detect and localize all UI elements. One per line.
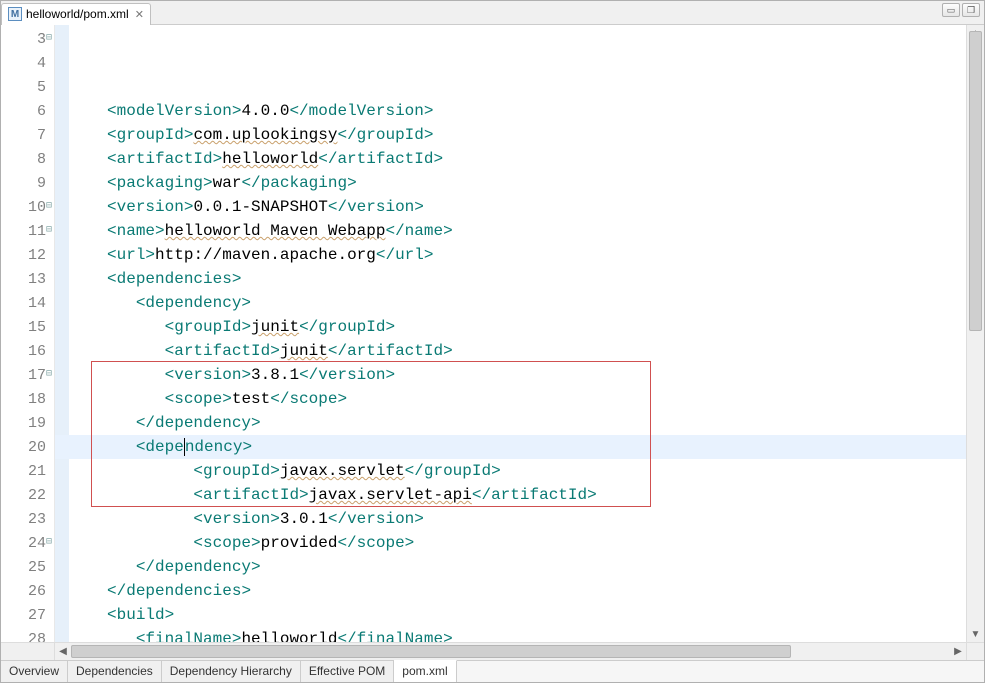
line-number: 16 bbox=[1, 339, 54, 363]
line-number: 27 bbox=[1, 603, 54, 627]
line-number: 22 bbox=[1, 483, 54, 507]
line-number: 4 bbox=[1, 51, 54, 75]
code-line[interactable]: <finalName>helloworld</finalName> bbox=[55, 627, 966, 642]
line-number: 25 bbox=[1, 555, 54, 579]
line-number: 8 bbox=[1, 147, 54, 171]
code-line[interactable]: <modelVersion>4.0.0</modelVersion> bbox=[55, 99, 966, 123]
code-line[interactable]: </dependency> bbox=[55, 411, 966, 435]
line-number: 3⊟ bbox=[1, 27, 54, 51]
code-line[interactable]: <groupId>com.uplookingsy</groupId> bbox=[55, 123, 966, 147]
editor-tab-bar: M helloworld/pom.xml ✕ ▭ ❐ bbox=[1, 1, 984, 25]
editor-window-controls: ▭ ❐ bbox=[942, 3, 980, 17]
bottom-tab-overview[interactable]: Overview bbox=[1, 661, 68, 682]
bottom-tab-effective-pom[interactable]: Effective POM bbox=[301, 661, 394, 682]
bottom-tab-pom-xml[interactable]: pom.xml bbox=[394, 660, 456, 682]
line-number: 23 bbox=[1, 507, 54, 531]
code-line[interactable]: <artifactId>helloworld</artifactId> bbox=[55, 147, 966, 171]
horizontal-scroll-row: ◀ ▶ bbox=[1, 642, 984, 660]
line-number: 6 bbox=[1, 99, 54, 123]
line-number: 10⊟ bbox=[1, 195, 54, 219]
code-line[interactable]: <dependency> bbox=[55, 291, 966, 315]
scroll-corner bbox=[966, 643, 984, 660]
horizontal-scrollbar[interactable]: ◀ ▶ bbox=[55, 643, 966, 660]
code-line[interactable]: <build> bbox=[55, 603, 966, 627]
code-line[interactable]: <scope>provided</scope> bbox=[55, 531, 966, 555]
code-line[interactable]: <name>helloworld Maven Webapp</name> bbox=[55, 219, 966, 243]
line-number: 11⊟ bbox=[1, 219, 54, 243]
line-number: 12 bbox=[1, 243, 54, 267]
code-line[interactable]: <dependency> bbox=[55, 435, 966, 459]
code-line[interactable]: <artifactId>junit</artifactId> bbox=[55, 339, 966, 363]
maximize-view-button[interactable]: ❐ bbox=[962, 3, 980, 17]
code-line[interactable]: <url>http://maven.apache.org</url> bbox=[55, 243, 966, 267]
line-number: 18 bbox=[1, 387, 54, 411]
maven-file-icon: M bbox=[8, 7, 22, 21]
editor-area[interactable]: 3⊟45678910⊟11⊟121314151617⊟1819202122232… bbox=[1, 25, 984, 642]
line-number: 5 bbox=[1, 75, 54, 99]
scroll-right-arrow-icon[interactable]: ▶ bbox=[950, 643, 966, 660]
line-number: 14 bbox=[1, 291, 54, 315]
editor-bottom-tabs: OverviewDependenciesDependency Hierarchy… bbox=[1, 660, 984, 682]
code-line[interactable]: </dependency> bbox=[55, 555, 966, 579]
line-number: 9 bbox=[1, 171, 54, 195]
code-line[interactable]: <version>3.0.1</version> bbox=[55, 507, 966, 531]
scroll-down-arrow-icon[interactable]: ▼ bbox=[967, 626, 984, 642]
line-number: 15 bbox=[1, 315, 54, 339]
code-line[interactable]: <packaging>war</packaging> bbox=[55, 171, 966, 195]
code-line[interactable]: <version>0.0.1-SNAPSHOT</version> bbox=[55, 195, 966, 219]
line-number-gutter: 3⊟45678910⊟11⊟121314151617⊟1819202122232… bbox=[1, 25, 55, 642]
line-number: 26 bbox=[1, 579, 54, 603]
line-number: 17⊟ bbox=[1, 363, 54, 387]
scroll-left-arrow-icon[interactable]: ◀ bbox=[55, 643, 71, 660]
vertical-scroll-thumb[interactable] bbox=[969, 31, 982, 331]
horizontal-scroll-thumb[interactable] bbox=[71, 645, 791, 658]
line-number: 24⊟ bbox=[1, 531, 54, 555]
editor-tab-pom[interactable]: M helloworld/pom.xml ✕ bbox=[1, 3, 151, 25]
line-number: 20 bbox=[1, 435, 54, 459]
vertical-scrollbar[interactable]: ▲ ▼ bbox=[966, 25, 984, 642]
code-content[interactable]: <modelVersion>4.0.0</modelVersion> <grou… bbox=[55, 25, 966, 642]
editor-tab-title: helloworld/pom.xml bbox=[26, 7, 129, 21]
close-tab-icon[interactable]: ✕ bbox=[135, 8, 144, 21]
code-line[interactable]: </dependencies> bbox=[55, 579, 966, 603]
text-caret bbox=[184, 438, 185, 456]
code-line[interactable]: <scope>test</scope> bbox=[55, 387, 966, 411]
code-line[interactable]: <version>3.8.1</version> bbox=[55, 363, 966, 387]
code-line[interactable]: <dependencies> bbox=[55, 267, 966, 291]
code-line[interactable]: <artifactId>javax.servlet-api</artifactI… bbox=[55, 483, 966, 507]
gutter-corner bbox=[1, 643, 55, 660]
minimize-view-button[interactable]: ▭ bbox=[942, 3, 960, 17]
bottom-tab-dependency-hierarchy[interactable]: Dependency Hierarchy bbox=[162, 661, 301, 682]
bottom-tab-dependencies[interactable]: Dependencies bbox=[68, 661, 162, 682]
code-line[interactable]: <groupId>junit</groupId> bbox=[55, 315, 966, 339]
line-number: 13 bbox=[1, 267, 54, 291]
line-number: 19 bbox=[1, 411, 54, 435]
line-number: 7 bbox=[1, 123, 54, 147]
line-number: 21 bbox=[1, 459, 54, 483]
line-number: 28 bbox=[1, 627, 54, 642]
code-line[interactable]: <groupId>javax.servlet</groupId> bbox=[55, 459, 966, 483]
